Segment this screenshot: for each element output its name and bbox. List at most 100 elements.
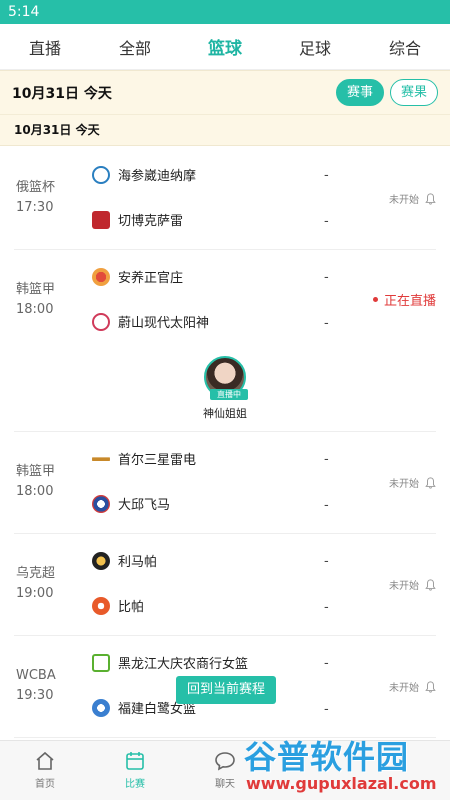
nav-matches-label: 比赛 — [125, 779, 145, 790]
team-logo-icon — [92, 449, 110, 468]
team-logo-icon — [92, 312, 110, 331]
avatar[interactable]: 直播中 — [204, 356, 248, 400]
team-logo-icon — [92, 494, 110, 513]
status-bar: 5:14 — [0, 0, 450, 24]
results-button[interactable]: 赛果 — [389, 79, 438, 106]
league-name: WCBA — [16, 668, 56, 683]
team-logo-icon — [92, 698, 110, 717]
team-logo-icon — [92, 165, 110, 184]
nav-matches[interactable]: 比赛 — [90, 741, 180, 800]
site-watermark: 谷普软件园 www.gupuxlazal.com — [244, 738, 444, 794]
date-bar: 10月31日 今天 赛事 赛果 — [0, 70, 450, 114]
team-logo-icon — [92, 653, 110, 672]
league-info: 韩篮甲 18:00 — [16, 462, 55, 502]
nav-home[interactable]: 首页 — [0, 741, 90, 800]
team-home-name: 首尔三星雷电 — [118, 453, 197, 468]
match-status: 未开始 — [389, 191, 436, 206]
score-away: - — [324, 702, 329, 717]
team-away-name: 蔚山现代太阳神 — [118, 316, 210, 331]
match-time: 18:00 — [16, 302, 54, 317]
match-time: 17:30 — [16, 200, 54, 215]
team-away: 切博克萨雷 — [92, 210, 183, 229]
team-home: 黑龙江大庆农商行女篮 — [92, 653, 248, 672]
section-date-header: 10月31日 今天 — [0, 114, 450, 146]
bell-icon[interactable] — [425, 476, 436, 489]
league-info: 俄篮杯 17:30 — [16, 178, 55, 218]
team-home: 安养正官庄 — [92, 267, 183, 286]
watermark-title: 谷普软件园 — [244, 738, 410, 776]
score-away: - — [324, 498, 329, 513]
home-icon — [36, 751, 54, 770]
match-row[interactable]: 俄篮杯 17:30 海参崴迪纳摩 切博克萨雷 - - 未开始 — [14, 148, 436, 250]
team-home: 利马帕 — [92, 551, 157, 570]
score-home: - — [324, 554, 329, 569]
tab-general[interactable]: 综合 — [360, 35, 450, 59]
status-text: 未开始 — [389, 479, 419, 490]
team-logo-icon — [92, 267, 110, 286]
tab-all[interactable]: 全部 — [90, 35, 180, 59]
match-time: 19:30 — [16, 688, 54, 703]
status-text: 正在直播 — [383, 294, 436, 309]
match-status: 未开始 — [389, 475, 436, 490]
status-time: 5:14 — [8, 4, 40, 20]
nav-home-label: 首页 — [35, 779, 55, 790]
league-info: 韩篮甲 18:00 — [16, 280, 55, 320]
team-home-name: 利马帕 — [118, 555, 158, 570]
league-name: 乌克超 — [16, 566, 56, 581]
score-away: - — [324, 600, 329, 615]
category-tabs: 直播 全部 篮球 足球 综合 — [0, 24, 450, 70]
score-home: - — [324, 270, 329, 285]
tab-live[interactable]: 直播 — [0, 35, 90, 59]
bell-icon[interactable] — [425, 192, 436, 205]
team-logo-icon — [92, 551, 110, 570]
score-away: - — [324, 214, 329, 229]
team-away-name: 比帕 — [118, 600, 145, 615]
team-logo-icon — [92, 210, 110, 229]
tab-basketball[interactable]: 篮球 — [180, 34, 270, 59]
team-logo-icon — [92, 596, 110, 615]
chat-icon — [215, 752, 235, 771]
watermark-url: www.gupuxlazal.com — [246, 774, 437, 793]
calendar-icon — [126, 752, 144, 770]
team-home: 首尔三星雷电 — [92, 449, 196, 468]
team-away-name: 切博克萨雷 — [118, 214, 184, 229]
team-away: 比帕 — [92, 596, 144, 615]
team-home-name: 安养正官庄 — [118, 271, 184, 286]
streamer-card[interactable]: 直播中 神仙姐姐 — [202, 356, 248, 421]
live-dot-icon — [372, 297, 378, 302]
team-home-name: 海参崴迪纳摩 — [118, 169, 197, 184]
league-name: 韩篮甲 — [16, 464, 56, 479]
status-text: 未开始 — [389, 683, 419, 694]
match-row[interactable]: 乌克超 19:00 利马帕 比帕 - - 未开始 — [14, 534, 436, 636]
back-to-current-button[interactable]: 回到当前赛程 — [176, 676, 276, 704]
match-row[interactable]: 韩篮甲 18:00 安养正官庄 蔚山现代太阳神 - - 正在直播 直播中 神仙姐… — [14, 250, 436, 432]
score-home: - — [324, 168, 329, 183]
match-status: 未开始 — [389, 679, 436, 694]
bell-icon[interactable] — [425, 680, 436, 693]
score-home: - — [324, 452, 329, 467]
match-time: 18:00 — [16, 484, 54, 499]
league-name: 俄篮杯 — [16, 180, 56, 195]
match-status: 未开始 — [389, 577, 436, 592]
match-time: 19:00 — [16, 586, 54, 601]
tab-football[interactable]: 足球 — [270, 35, 360, 59]
match-row[interactable]: 韩篮甲 18:00 首尔三星雷电 大邱飞马 - - 未开始 — [14, 432, 436, 534]
team-home: 海参崴迪纳摩 — [92, 165, 196, 184]
status-text: 未开始 — [389, 195, 419, 206]
score-home: - — [324, 656, 329, 671]
league-info: WCBA 19:30 — [16, 666, 56, 706]
current-date: 10月31日 今天 — [12, 85, 112, 102]
league-info: 乌克超 19:00 — [16, 564, 55, 604]
status-text: 未开始 — [389, 581, 419, 592]
bell-icon[interactable] — [425, 578, 436, 591]
live-badge: 直播中 — [210, 389, 248, 400]
events-button[interactable]: 赛事 — [335, 79, 384, 106]
score-away: - — [324, 316, 329, 331]
live-status[interactable]: 正在直播 — [372, 290, 436, 309]
league-name: 韩篮甲 — [16, 282, 56, 297]
match-list[interactable]: 俄篮杯 17:30 海参崴迪纳摩 切博克萨雷 - - 未开始 韩篮甲 18:00 — [0, 148, 450, 740]
team-home-name: 黑龙江大庆农商行女篮 — [118, 657, 249, 672]
nav-chat-label: 聊天 — [215, 779, 235, 790]
streamer-name: 神仙姐姐 — [203, 407, 247, 420]
team-away: 大邱飞马 — [92, 494, 170, 513]
